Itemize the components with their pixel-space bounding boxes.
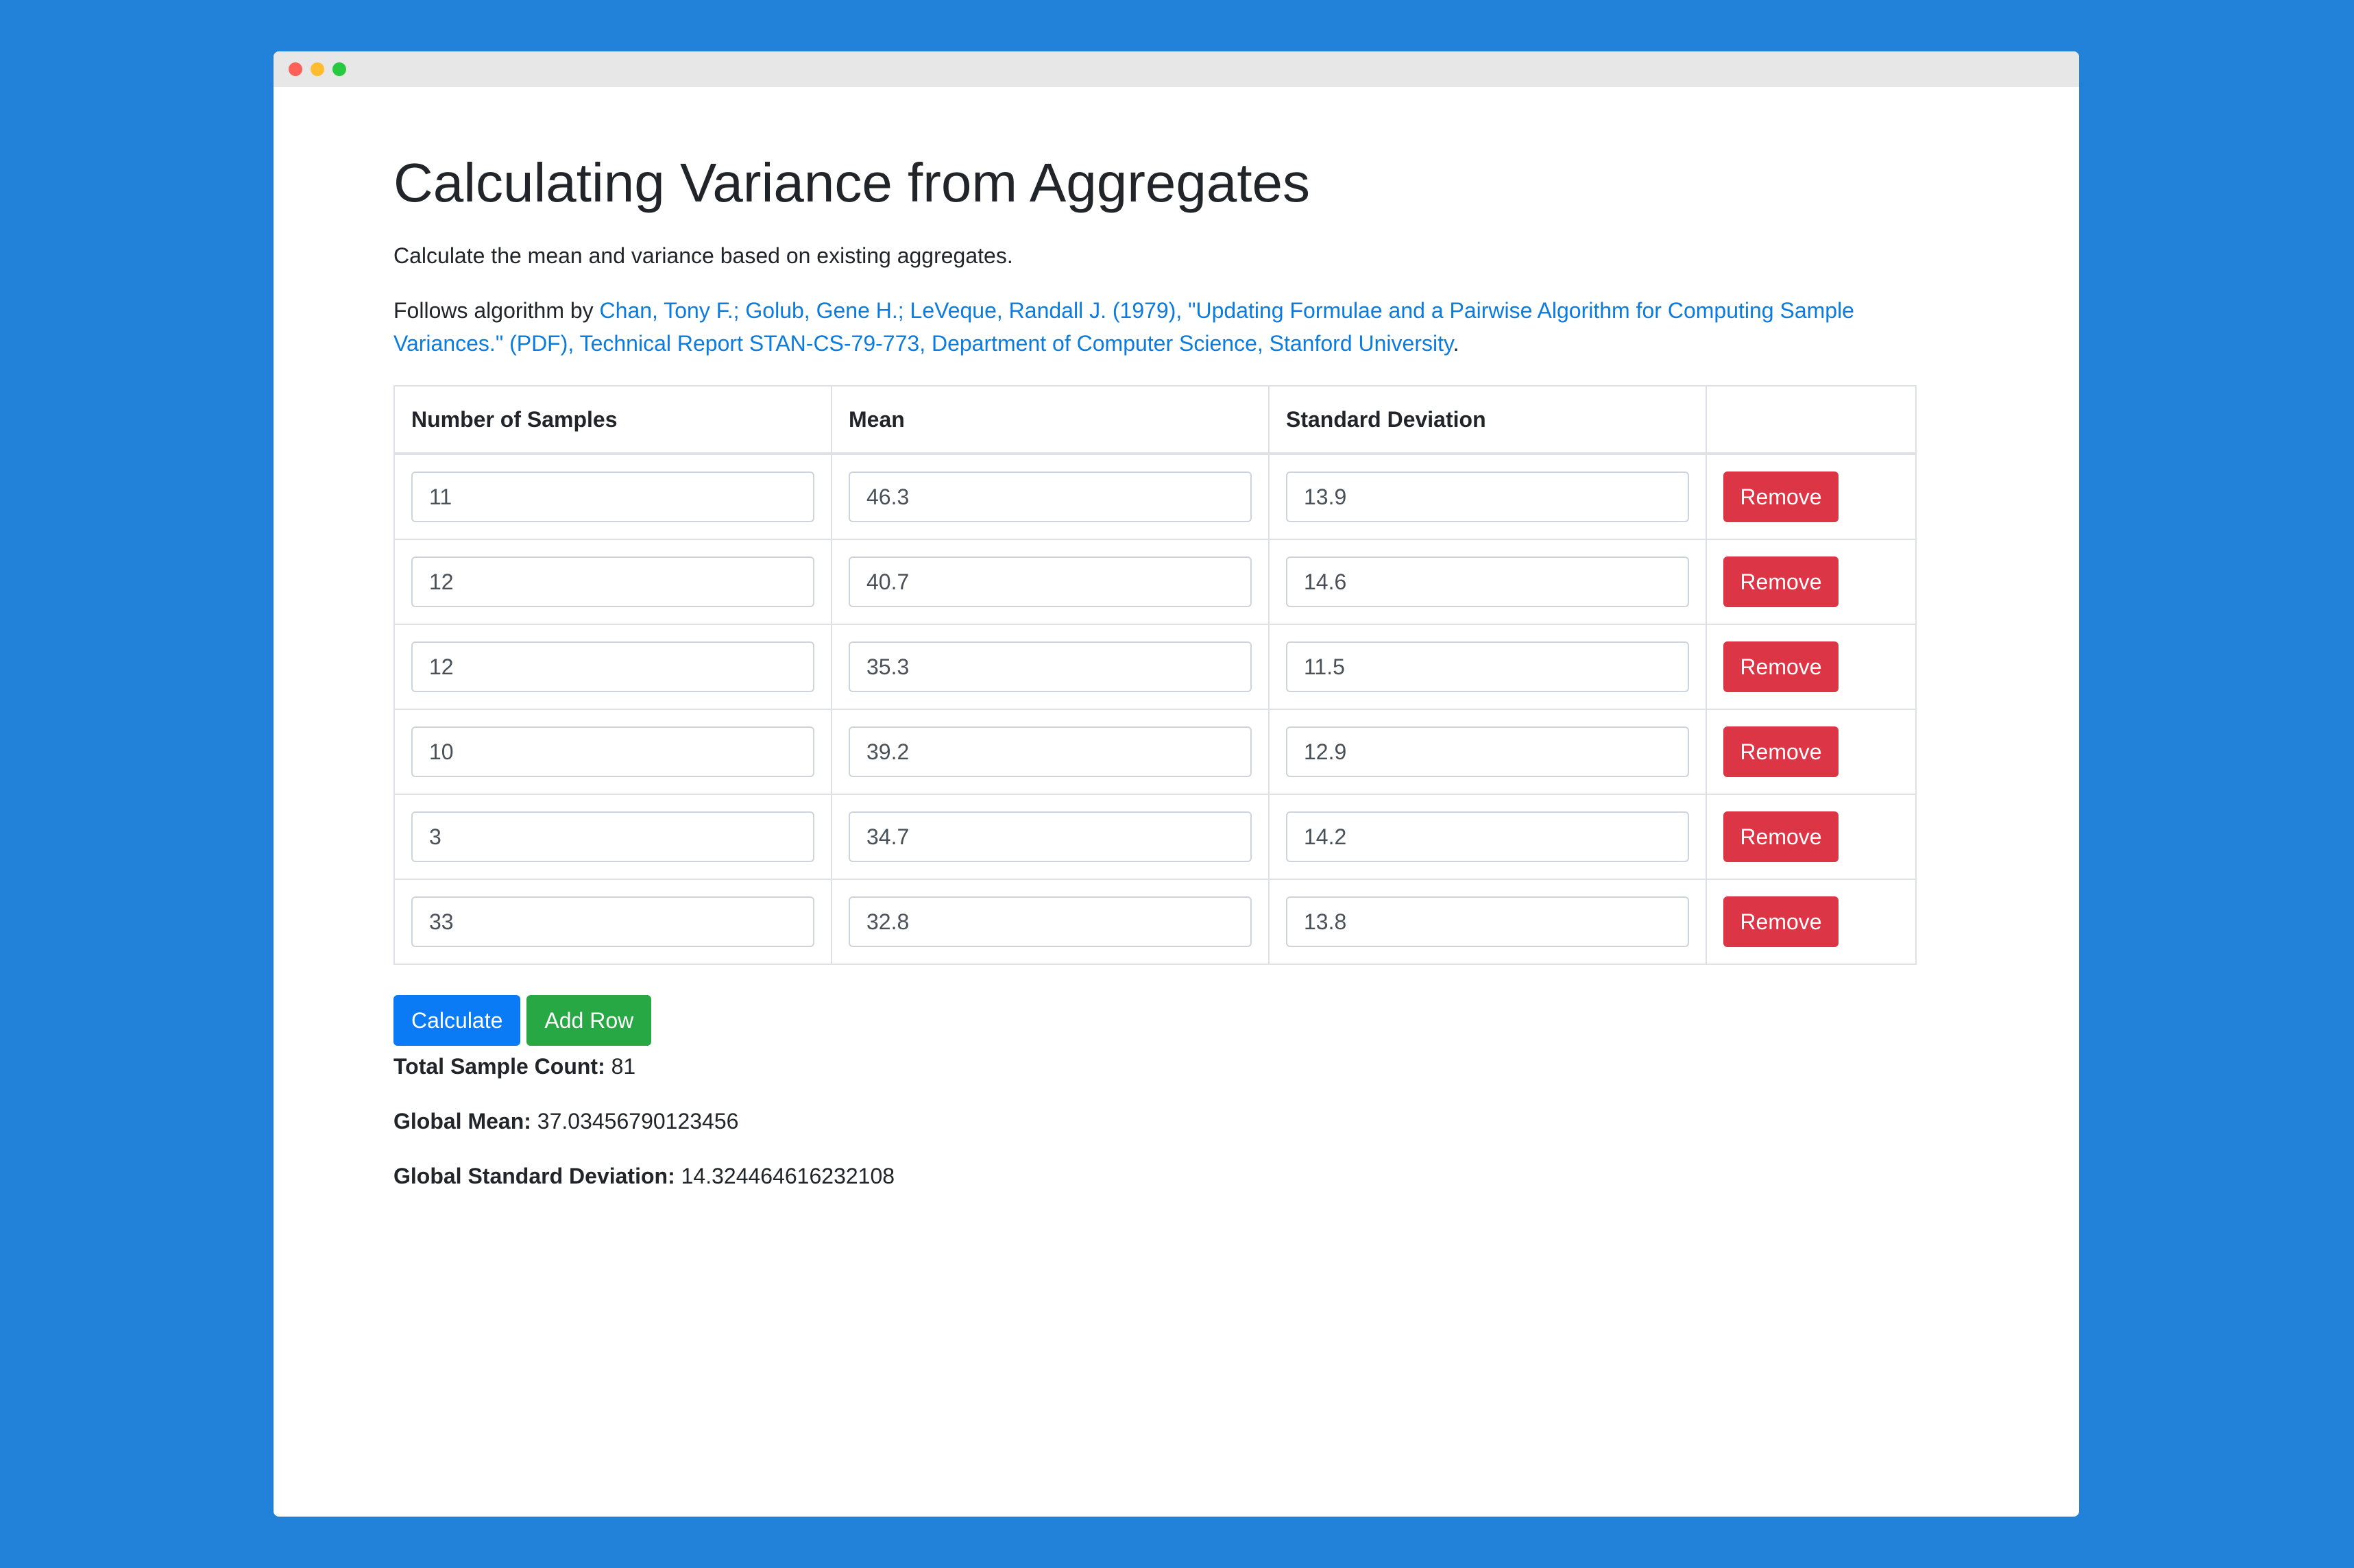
- action-buttons: Calculate Add Row: [393, 995, 652, 1046]
- mean-input[interactable]: [849, 811, 1252, 862]
- remove-row-button[interactable]: Remove: [1723, 811, 1839, 862]
- table-row: Remove: [393, 709, 1917, 795]
- remove-row-button[interactable]: Remove: [1723, 471, 1839, 522]
- citation-link[interactable]: Chan, Tony F.; Golub, Gene H.; LeVeque, …: [393, 298, 1854, 356]
- add-row-button[interactable]: Add Row: [526, 995, 652, 1046]
- total-sample-count-value: 81: [611, 1054, 636, 1079]
- mean-input[interactable]: [849, 726, 1252, 777]
- header-number-of-samples: Number of Samples: [393, 385, 832, 455]
- std-dev-input[interactable]: [1286, 726, 1689, 777]
- global-mean-label: Global Mean:: [393, 1109, 531, 1134]
- total-sample-count-label: Total Sample Count:: [393, 1054, 605, 1079]
- table-row: Remove: [393, 794, 1917, 880]
- aggregates-table: Number of Samples Mean Standard Deviatio…: [393, 385, 1917, 965]
- samples-input[interactable]: [411, 641, 814, 692]
- remove-row-button[interactable]: Remove: [1723, 641, 1839, 692]
- remove-row-button[interactable]: Remove: [1723, 896, 1839, 947]
- close-window-dot-icon[interactable]: [289, 62, 302, 76]
- std-dev-input[interactable]: [1286, 896, 1689, 947]
- remove-row-button[interactable]: Remove: [1723, 556, 1839, 607]
- page-description: Calculate the mean and variance based on…: [393, 243, 1013, 268]
- header-mean: Mean: [831, 385, 1270, 455]
- table-row: Remove: [393, 453, 1917, 540]
- table-row: Remove: [393, 539, 1917, 625]
- global-std-dev: Global Standard Deviation: 14.3244646162…: [393, 1160, 895, 1192]
- samples-input[interactable]: [411, 471, 814, 522]
- calculate-button[interactable]: Calculate: [393, 995, 521, 1046]
- mean-input[interactable]: [849, 471, 1252, 522]
- global-std-dev-label: Global Standard Deviation:: [393, 1164, 675, 1188]
- std-dev-input[interactable]: [1286, 556, 1689, 607]
- header-standard-deviation: Standard Deviation: [1268, 385, 1707, 455]
- total-sample-count: Total Sample Count: 81: [393, 1050, 635, 1083]
- std-dev-input[interactable]: [1286, 641, 1689, 692]
- global-mean-value: 37.03456790123456: [537, 1109, 739, 1134]
- mean-input[interactable]: [849, 641, 1252, 692]
- table-row: Remove: [393, 879, 1917, 965]
- samples-input[interactable]: [411, 811, 814, 862]
- remove-row-button[interactable]: Remove: [1723, 726, 1839, 777]
- samples-input[interactable]: [411, 896, 814, 947]
- citation-prefix: Follows algorithm by: [393, 298, 600, 323]
- window-titlebar: [274, 51, 2079, 87]
- table-header-row: Number of Samples Mean Standard Deviatio…: [393, 385, 1917, 455]
- citation-suffix: .: [1453, 331, 1459, 356]
- header-actions: [1706, 385, 1917, 455]
- global-std-dev-value: 14.324464616232108: [681, 1164, 895, 1188]
- std-dev-input[interactable]: [1286, 811, 1689, 862]
- browser-window: Calculating Variance from Aggregates Cal…: [274, 51, 2079, 1517]
- maximize-window-dot-icon[interactable]: [332, 62, 346, 76]
- algorithm-citation: Follows algorithm by Chan, Tony F.; Golu…: [393, 294, 1915, 360]
- table-row: Remove: [393, 624, 1917, 710]
- minimize-window-dot-icon[interactable]: [311, 62, 324, 76]
- global-mean: Global Mean: 37.03456790123456: [393, 1105, 738, 1138]
- std-dev-input[interactable]: [1286, 471, 1689, 522]
- samples-input[interactable]: [411, 556, 814, 607]
- page-title: Calculating Variance from Aggregates: [393, 152, 1311, 213]
- samples-input[interactable]: [411, 726, 814, 777]
- mean-input[interactable]: [849, 896, 1252, 947]
- mean-input[interactable]: [849, 556, 1252, 607]
